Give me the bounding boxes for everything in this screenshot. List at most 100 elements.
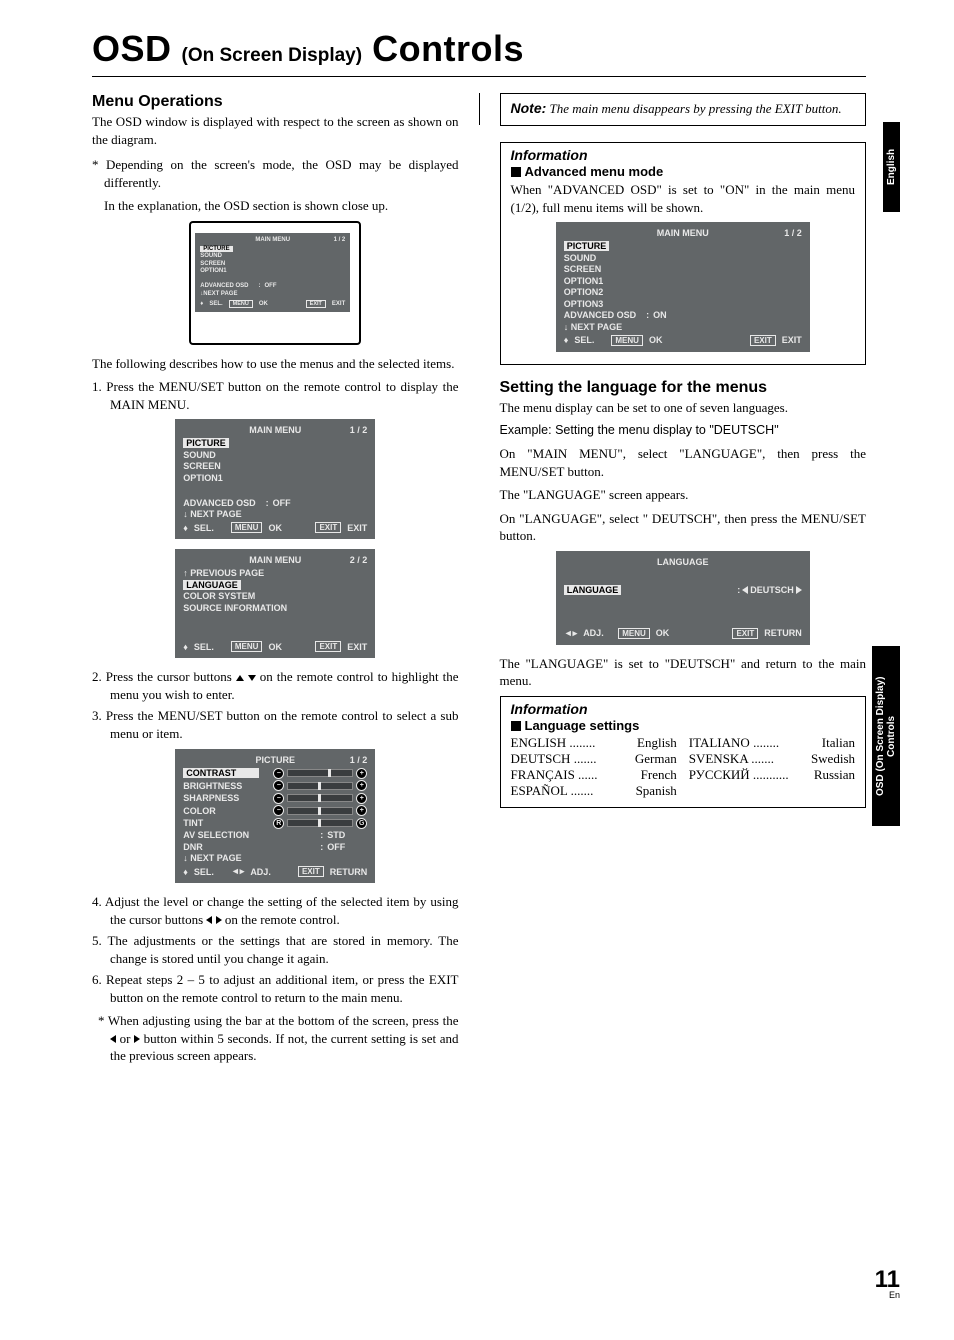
step-5: 5. The adjustments or the settings that … <box>92 932 459 967</box>
left-arrow-icon <box>206 916 212 924</box>
osd-menu-btn: MENU <box>618 628 650 639</box>
osd-next: NEXT PAGE <box>203 291 237 297</box>
side-tab-section: OSD (On Screen Display) Controls <box>872 646 900 826</box>
info-title: Information <box>511 701 856 717</box>
down-arrow-icon <box>248 675 256 681</box>
osd-item: ADVANCED OSD <box>200 283 248 289</box>
side-tab-english: English <box>883 122 900 212</box>
osd-item: DNR <box>183 842 203 852</box>
plus-icon: + <box>356 780 367 791</box>
info-sub: Language settings <box>511 718 856 733</box>
t: Spanish <box>636 783 677 799</box>
lang-example: Example: Setting the menu display to "DE… <box>500 422 867 439</box>
t: Language settings <box>525 718 640 733</box>
lang-row: ENGLISH ........English <box>511 735 677 751</box>
t: РУССКИЙ <box>689 767 750 782</box>
note-box: Note: The main menu disappears by pressi… <box>500 93 867 126</box>
intro-p3: In the explanation, the OSD section is s… <box>92 197 459 215</box>
t: on the remote control. <box>222 912 340 927</box>
osd-ok: OK <box>656 628 670 638</box>
osd-item: ADVANCED OSD <box>564 310 636 320</box>
slider: −+ <box>253 805 367 816</box>
note-text: The main menu disappears by pressing the… <box>546 101 841 116</box>
t: French <box>641 767 677 783</box>
osd-ok: OK <box>649 335 663 345</box>
t: ENGLISH <box>511 735 567 750</box>
plus-icon: + <box>356 793 367 804</box>
osd-exit-btn: EXIT <box>315 641 341 652</box>
minus-icon: − <box>273 805 284 816</box>
step-6: 6. Repeat steps 2 – 5 to adjust an addit… <box>92 971 459 1006</box>
step-2: 2. Press the cursor buttons on the remot… <box>92 668 459 703</box>
osd-mini-main: MAIN MENU1 / 2 PICTURE SOUND SCREEN OPTI… <box>195 233 350 312</box>
osd-value: OFF <box>327 842 367 852</box>
osd-item: BRIGHTNESS <box>183 781 253 791</box>
osd-item: CONTRAST <box>183 768 259 778</box>
osd-item: AV SELECTION <box>183 830 249 840</box>
page-number-value: 11 <box>875 1266 900 1293</box>
t: button within 5 seconds. If not, the cur… <box>110 1031 459 1064</box>
t: Russian <box>814 767 855 783</box>
osd-item: COLOR <box>183 806 253 816</box>
osd-page: 1 / 2 <box>784 228 802 238</box>
note-label: Note: <box>511 100 547 116</box>
osd-exit-label: EXIT <box>332 301 345 307</box>
osd-ok: OK <box>268 523 282 533</box>
lang-row: ITALIANO ........Italian <box>689 735 855 751</box>
osd-item: SHARPNESS <box>183 793 253 803</box>
osd-exit-btn: EXIT <box>732 628 758 639</box>
lang-p2: On "MAIN MENU", select "LANGUAGE", then … <box>500 445 867 480</box>
osd-sel: SEL. <box>194 523 214 533</box>
osd-title: MAIN MENU <box>249 425 301 435</box>
osd-sel: SEL. <box>194 867 214 877</box>
osd-exit-label: EXIT <box>347 523 367 533</box>
lang-row: ESPAÑOL .......Spanish <box>511 783 677 799</box>
osd-prev: PREVIOUS PAGE <box>190 568 264 578</box>
t: ITALIANO <box>689 735 750 750</box>
osd-return-label: RETURN <box>764 628 802 638</box>
t: English <box>637 735 677 751</box>
osd-item: SCREEN <box>183 461 221 471</box>
lang-row: DEUTSCH .......German <box>511 751 677 767</box>
osd-ok: OK <box>268 642 282 652</box>
osd-item: SOUND <box>183 450 216 460</box>
page-title-row: OSD (On Screen Display) Controls <box>92 28 866 70</box>
osd-next: NEXT PAGE <box>190 509 241 519</box>
osd-item: SCREEN <box>200 261 225 267</box>
osd-item: LANGUAGE <box>183 580 241 590</box>
right-arrow-icon <box>796 586 802 594</box>
osd-item: COLOR SYSTEM <box>183 591 255 601</box>
osd-item: PICTURE <box>564 241 610 251</box>
t: DEUTSCH <box>750 585 794 595</box>
lang-row: РУССКИЙ ...........Russian <box>689 767 855 783</box>
osd-next: NEXT PAGE <box>190 853 241 863</box>
osd-value: OFF <box>273 498 291 508</box>
t: Italian <box>822 735 855 751</box>
osd-item: SOUND <box>200 253 222 259</box>
star-note-2: * When adjusting using the bar at the bo… <box>92 1012 459 1065</box>
osd-item: PICTURE <box>183 438 229 448</box>
plus-icon: + <box>356 805 367 816</box>
osd-sel: SEL. <box>574 335 594 345</box>
t: ESPAÑOL <box>511 783 568 798</box>
osd-item: LANGUAGE <box>564 585 622 595</box>
info-sub: Advanced menu mode <box>511 164 856 179</box>
osd-title: PICTURE <box>255 755 295 765</box>
osd-item: OPTION3 <box>564 299 604 309</box>
osd-main-1: MAIN MENU1 / 2 PICTURE SOUND SCREEN OPTI… <box>175 419 375 539</box>
osd-title: MAIN MENU <box>657 228 709 238</box>
minus-icon: − <box>273 780 284 791</box>
tab-label: OSD (On Screen Display) Controls <box>875 676 897 795</box>
osd-page: 1 / 2 <box>334 237 346 243</box>
osd-page: 1 / 2 <box>350 425 368 435</box>
osd-value: STD <box>327 830 367 840</box>
info-text: When "ADVANCED OSD" is set to "ON" in th… <box>511 181 856 216</box>
osd-item: TINT <box>183 818 253 828</box>
title-rule <box>92 76 866 77</box>
slider: −+ <box>253 780 367 791</box>
square-icon <box>511 167 521 177</box>
tab-label: English <box>886 149 897 185</box>
t: * When adjusting using the bar at the bo… <box>98 1013 459 1028</box>
info-advanced-box: Information Advanced menu mode When "ADV… <box>500 142 867 365</box>
lang-p3: The "LANGUAGE" screen appears. <box>500 486 867 504</box>
